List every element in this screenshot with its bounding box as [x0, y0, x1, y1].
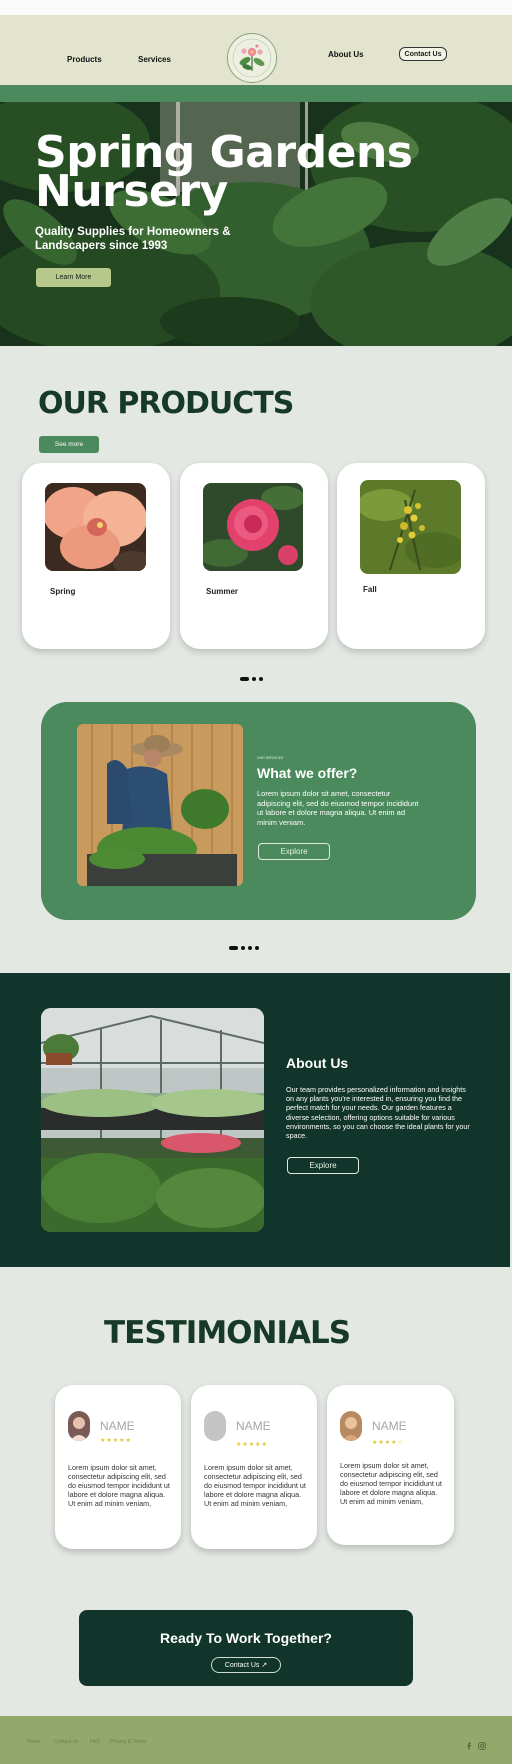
product-label-summer: Summer	[206, 587, 239, 596]
peach-hibiscus-photo	[45, 483, 146, 571]
product-label-fall: Fall	[363, 585, 377, 594]
cta-panel	[79, 1610, 413, 1686]
offer-carousel-dots[interactable]	[229, 937, 262, 955]
testimonial-avatar-1	[68, 1411, 90, 1441]
testimonial-avatar-2	[204, 1411, 226, 1441]
about-title: About Us	[286, 1055, 349, 1071]
offer-small-label: OUR SERVICES	[257, 756, 284, 760]
pink-rose-photo	[203, 483, 303, 571]
testimonial-text-1: Lorem ipsum dolor sit amet, consectetur …	[68, 1463, 170, 1508]
products-carousel-dots[interactable]	[240, 668, 266, 686]
instagram-icon[interactable]	[478, 1737, 486, 1750]
footer-link-home[interactable]: Home	[27, 1739, 40, 1745]
learn-more-button[interactable]: Learn More	[36, 268, 111, 287]
testimonial-avatar-3	[340, 1411, 362, 1441]
hero-subtitle: Quality Supplies for Homeowners & Landsc…	[35, 226, 231, 252]
footer-link-contact[interactable]: Contact Us	[54, 1739, 79, 1745]
product-image-spring	[45, 483, 146, 571]
products-title: OUR PRODUCTS	[38, 386, 294, 421]
cta-contact-button[interactable]: Contact Us ↗	[211, 1657, 281, 1673]
testimonial-stars-2: ★★★★★	[236, 1442, 268, 1448]
nav-about-us[interactable]: About Us	[328, 50, 364, 59]
testimonials-title: TESTIMONIALS	[104, 1315, 351, 1351]
nav-products[interactable]: Products	[67, 55, 102, 64]
product-image-fall	[360, 480, 461, 574]
offer-title: What we offer?	[257, 765, 358, 781]
about-image	[41, 1008, 264, 1232]
offer-explore-button[interactable]: Explore	[258, 843, 330, 860]
testimonial-name-3: NAME	[372, 1419, 407, 1433]
see-more-button[interactable]: See more	[39, 436, 99, 453]
offer-text: Lorem ipsum dolor sit amet, consectetur …	[257, 789, 419, 827]
about-text: Our team provides personalized informati…	[286, 1085, 470, 1141]
nav-services[interactable]: Services	[138, 55, 171, 64]
testimonial-stars-3: ★★★★☆	[372, 1440, 404, 1446]
facebook-icon[interactable]	[466, 1737, 474, 1750]
nursery-logo[interactable]	[227, 33, 277, 83]
cta-title: Ready To Work Together?	[160, 1630, 332, 1646]
yellow-blossom-photo	[360, 480, 461, 574]
testimonial-name-1: NAME	[100, 1419, 135, 1433]
greenhouse-photo	[41, 1008, 264, 1232]
gardener-with-plants-photo	[77, 724, 243, 886]
offer-image	[77, 724, 243, 886]
about-explore-button[interactable]: Explore	[287, 1157, 359, 1174]
hero-title: Spring Gardens Nursery	[35, 131, 435, 214]
top-strip	[0, 0, 512, 15]
testimonial-text-3: Lorem ipsum dolor sit amet, consectetur …	[340, 1461, 442, 1506]
footer-link-faq[interactable]: FAQ	[90, 1739, 100, 1745]
testimonial-stars-1: ★★★★★	[100, 1438, 132, 1444]
testimonial-text-2: Lorem ipsum dolor sit amet, consectetur …	[204, 1463, 306, 1508]
flower-logo-icon	[232, 38, 272, 78]
footer-link-privacy[interactable]: Privacy & Terms	[110, 1739, 146, 1745]
product-image-summer	[203, 483, 303, 571]
header-contact-button[interactable]: Contact Us	[399, 47, 447, 61]
testimonial-name-2: NAME	[236, 1419, 271, 1433]
accent-bar	[0, 85, 512, 102]
product-label-spring: Spring	[50, 587, 76, 596]
